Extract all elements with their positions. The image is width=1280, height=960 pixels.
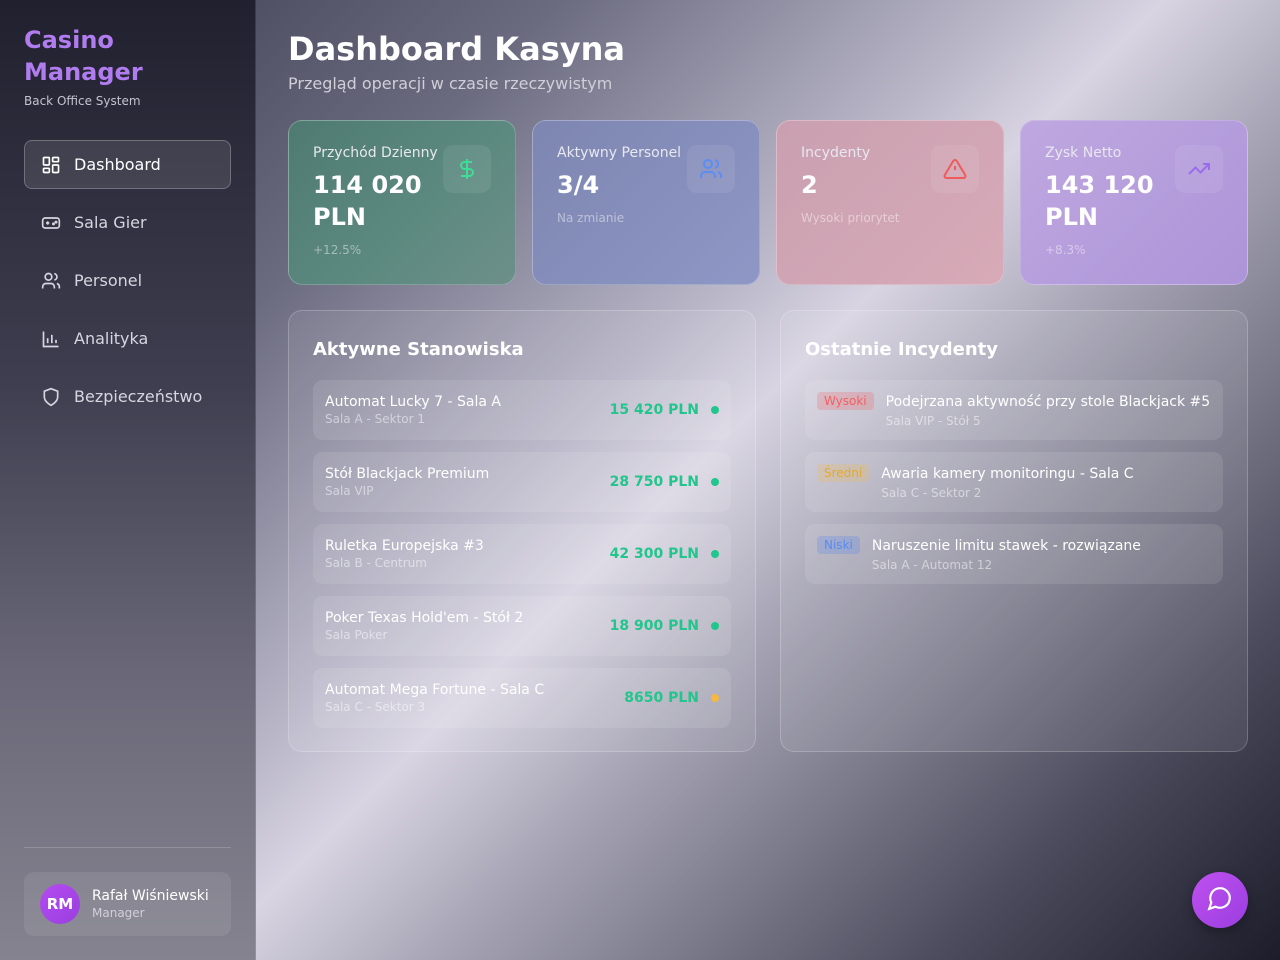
status-dot [711, 694, 719, 702]
incident-title: Awaria kamery monitoringu - Sala C [881, 466, 1134, 482]
recent-incidents-panel: Ostatnie Incydenty Wysoki Podejrzana akt… [780, 310, 1248, 752]
dollar-icon [443, 145, 491, 193]
stat-card-incidents: Incydenty 2 Wysoki priorytet [776, 120, 1004, 285]
users-icon [687, 145, 735, 193]
user-card[interactable]: RM Rafał Wiśniewski Manager [24, 872, 231, 936]
sidebar-item-label: Analityka [74, 329, 149, 348]
station-name: Ruletka Europejska #3 [325, 538, 484, 554]
station-row[interactable]: Stół Blackjack Premium Sala VIP 28 750 P… [313, 452, 731, 512]
page-title: Dashboard Kasyna [288, 30, 625, 68]
dashboard-icon [41, 155, 61, 175]
station-amount: 42 300 PLN [609, 546, 699, 562]
station-name: Stół Blackjack Premium [325, 466, 490, 482]
stat-card-profit: Zysk Netto 143 120 PLN +8.3% [1020, 120, 1248, 285]
stat-value: 143 120 PLN [1045, 171, 1154, 231]
station-amount: 28 750 PLN [609, 474, 699, 490]
station-location: Sala Poker [325, 628, 388, 642]
sidebar-item-sala-gier[interactable]: Sala Gier [24, 198, 231, 247]
brand-subtitle: Back Office System [24, 94, 141, 108]
incident-item[interactable]: Wysoki Podejrzana aktywność przy stole B… [805, 380, 1223, 440]
station-location: Sala C - Sektor 3 [325, 700, 426, 714]
sidebar: Casino Manager Back Office System Dashbo… [0, 0, 256, 960]
bar-chart-icon [41, 329, 61, 349]
incident-item[interactable]: Średni Awaria kamery monitoringu - Sala … [805, 452, 1223, 512]
status-dot [711, 550, 719, 558]
sidebar-item-analityka[interactable]: Analityka [24, 314, 231, 363]
stat-value: 2 [801, 171, 818, 199]
stat-foot: +12.5% [313, 243, 362, 257]
station-location: Sala VIP [325, 484, 374, 498]
station-row[interactable]: Automat Lucky 7 - Sala A Sala A - Sektor… [313, 380, 731, 440]
sidebar-nav: Dashboard Sala Gier Personel Analityka B… [24, 140, 231, 430]
incident-title: Naruszenie limitu stawek - rozwiązane [871, 538, 1141, 554]
brand: Casino Manager Back Office System [24, 24, 234, 108]
stat-foot: Na zmianie [557, 211, 625, 225]
station-row[interactable]: Automat Mega Fortune - Sala C Sala C - S… [313, 668, 731, 728]
brand-title: Casino Manager [24, 26, 143, 86]
sidebar-item-label: Personel [74, 271, 143, 290]
avatar: RM [40, 884, 80, 924]
incident-location: Sala A - Automat 12 [871, 558, 993, 572]
station-row[interactable]: Ruletka Europejska #3 Sala B - Centrum 4… [313, 524, 731, 584]
stat-value: 3/4 [557, 171, 600, 199]
station-location: Sala A - Sektor 1 [325, 412, 426, 426]
priority-badge: Wysoki [817, 392, 874, 410]
station-name: Automat Lucky 7 - Sala A [325, 394, 501, 410]
panel-title: Ostatnie Incydenty [805, 339, 998, 360]
chat-icon [1207, 885, 1233, 915]
chat-button[interactable] [1192, 872, 1248, 928]
station-name: Poker Texas Hold'em - Stół 2 [325, 610, 524, 626]
user-role: Manager [92, 906, 145, 920]
shield-icon [41, 387, 61, 407]
station-amount: 15 420 PLN [609, 402, 699, 418]
status-dot [711, 406, 719, 414]
incident-location: Sala C - Sektor 2 [881, 486, 982, 500]
station-amount: 18 900 PLN [609, 618, 699, 634]
sidebar-item-personel[interactable]: Personel [24, 256, 231, 305]
stat-foot: +8.3% [1045, 243, 1086, 257]
panel-title: Aktywne Stanowiska [313, 339, 524, 360]
sidebar-item-label: Dashboard [74, 155, 161, 174]
users-icon [41, 271, 61, 291]
stat-foot: Wysoki priorytet [801, 211, 900, 225]
priority-badge: Średni [817, 464, 870, 482]
status-dot [711, 622, 719, 630]
sidebar-divider [24, 847, 231, 848]
sidebar-item-bezpieczenstwo[interactable]: Bezpieczeństwo [24, 372, 231, 421]
active-stations-panel: Aktywne Stanowiska Automat Lucky 7 - Sal… [288, 310, 756, 752]
incident-item[interactable]: Niski Naruszenie limitu stawek - rozwiąz… [805, 524, 1223, 584]
station-row[interactable]: Poker Texas Hold'em - Stół 2 Sala Poker … [313, 596, 731, 656]
status-dot [711, 478, 719, 486]
station-amount: 8650 PLN [624, 690, 699, 706]
sidebar-item-dashboard[interactable]: Dashboard [24, 140, 231, 189]
station-name: Automat Mega Fortune - Sala C [325, 682, 545, 698]
incident-location: Sala VIP - Stół 5 [885, 414, 981, 428]
priority-badge: Niski [817, 536, 860, 554]
trending-up-icon [1175, 145, 1223, 193]
sidebar-item-label: Bezpieczeństwo [74, 387, 203, 406]
stat-value: 114 020 PLN [313, 171, 422, 231]
stat-card-staff: Aktywny Personel 3/4 Na zmianie [532, 120, 760, 285]
sidebar-item-label: Sala Gier [74, 213, 147, 232]
stat-card-revenue: Przychód Dzienny 114 020 PLN +12.5% [288, 120, 516, 285]
warning-icon [931, 145, 979, 193]
gamepad-icon [41, 213, 61, 233]
incident-title: Podejrzana aktywność przy stole Blackjac… [885, 394, 1211, 410]
user-name: Rafał Wiśniewski [92, 888, 209, 904]
page-subtitle: Przegląd operacji w czasie rzeczywistym [288, 74, 613, 93]
station-location: Sala B - Centrum [325, 556, 427, 570]
